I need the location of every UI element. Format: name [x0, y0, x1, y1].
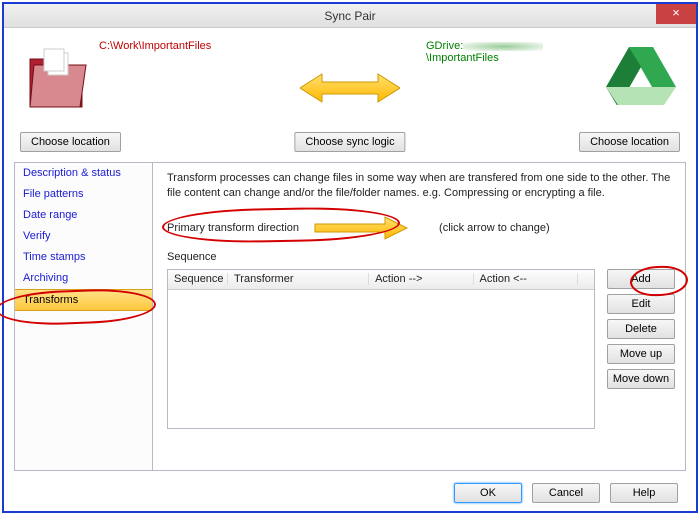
transforms-description: Transform processes can change files in …	[167, 171, 675, 201]
edit-button[interactable]: Edit	[607, 294, 675, 314]
sidebar-item-daterange[interactable]: Date range	[15, 205, 152, 226]
redacted-text	[463, 42, 543, 51]
window-title: Sync Pair	[324, 9, 375, 23]
sync-pair-dialog: Sync Pair × C:\Work\ImportantFiles GDriv…	[2, 2, 698, 513]
ptd-arrow-icon[interactable]	[313, 215, 409, 241]
sidebar-item-timestamps[interactable]: Time stamps	[15, 247, 152, 268]
help-button[interactable]: Help	[610, 483, 678, 503]
col-transformer[interactable]: Transformer	[228, 273, 369, 285]
cancel-button[interactable]: Cancel	[532, 483, 600, 503]
ptd-hint: (click arrow to change)	[439, 222, 550, 234]
titlebar: Sync Pair ×	[4, 4, 696, 28]
sidebar-item-patterns[interactable]: File patterns	[15, 184, 152, 205]
right-location-path: GDrive:\ImportantFiles	[426, 40, 596, 64]
location-button-row: Choose location Choose sync logic Choose…	[4, 132, 696, 158]
header: C:\Work\ImportantFiles GDrive:\Important…	[4, 28, 696, 123]
transforms-table[interactable]: Sequence Transformer Action --> Action <…	[167, 269, 595, 429]
main-panel: Transform processes can change files in …	[153, 163, 685, 470]
sidebar-item-transforms[interactable]: Transforms	[15, 289, 152, 311]
sidebar: Description & status File patterns Date …	[15, 163, 153, 470]
col-sequence[interactable]: Sequence	[168, 273, 228, 285]
sidebar-item-verify[interactable]: Verify	[15, 226, 152, 247]
folder-icon	[26, 43, 92, 115]
primary-transform-direction-row: Primary transform direction (click arrow…	[167, 215, 675, 241]
col-action-right[interactable]: Action -->	[369, 273, 473, 285]
choose-sync-logic-button[interactable]: Choose sync logic	[294, 132, 405, 152]
ok-button[interactable]: OK	[454, 483, 522, 503]
sidebar-item-description[interactable]: Description & status	[15, 163, 152, 184]
footer-buttons: OK Cancel Help	[454, 483, 678, 503]
col-action-left[interactable]: Action <--	[474, 273, 578, 285]
table-wrap: Sequence Transformer Action --> Action <…	[167, 269, 675, 429]
side-buttons: Add Edit Delete Move up Move down	[607, 269, 675, 429]
table-header: Sequence Transformer Action --> Action <…	[168, 270, 594, 290]
close-button[interactable]: ×	[656, 4, 696, 24]
close-icon: ×	[672, 5, 680, 20]
delete-button[interactable]: Delete	[607, 319, 675, 339]
left-location-path: C:\Work\ImportantFiles	[99, 40, 211, 52]
choose-location-right-button[interactable]: Choose location	[579, 132, 680, 152]
ptd-label: Primary transform direction	[167, 222, 299, 234]
sync-direction-arrow[interactable]	[300, 72, 400, 104]
sequence-label: Sequence	[167, 251, 675, 263]
sidebar-item-archiving[interactable]: Archiving	[15, 268, 152, 289]
moveup-button[interactable]: Move up	[607, 344, 675, 364]
movedown-button[interactable]: Move down	[607, 369, 675, 389]
body-area: Description & status File patterns Date …	[14, 162, 686, 471]
google-drive-icon	[606, 43, 676, 105]
choose-location-left-button[interactable]: Choose location	[20, 132, 121, 152]
add-button[interactable]: Add	[607, 269, 675, 289]
